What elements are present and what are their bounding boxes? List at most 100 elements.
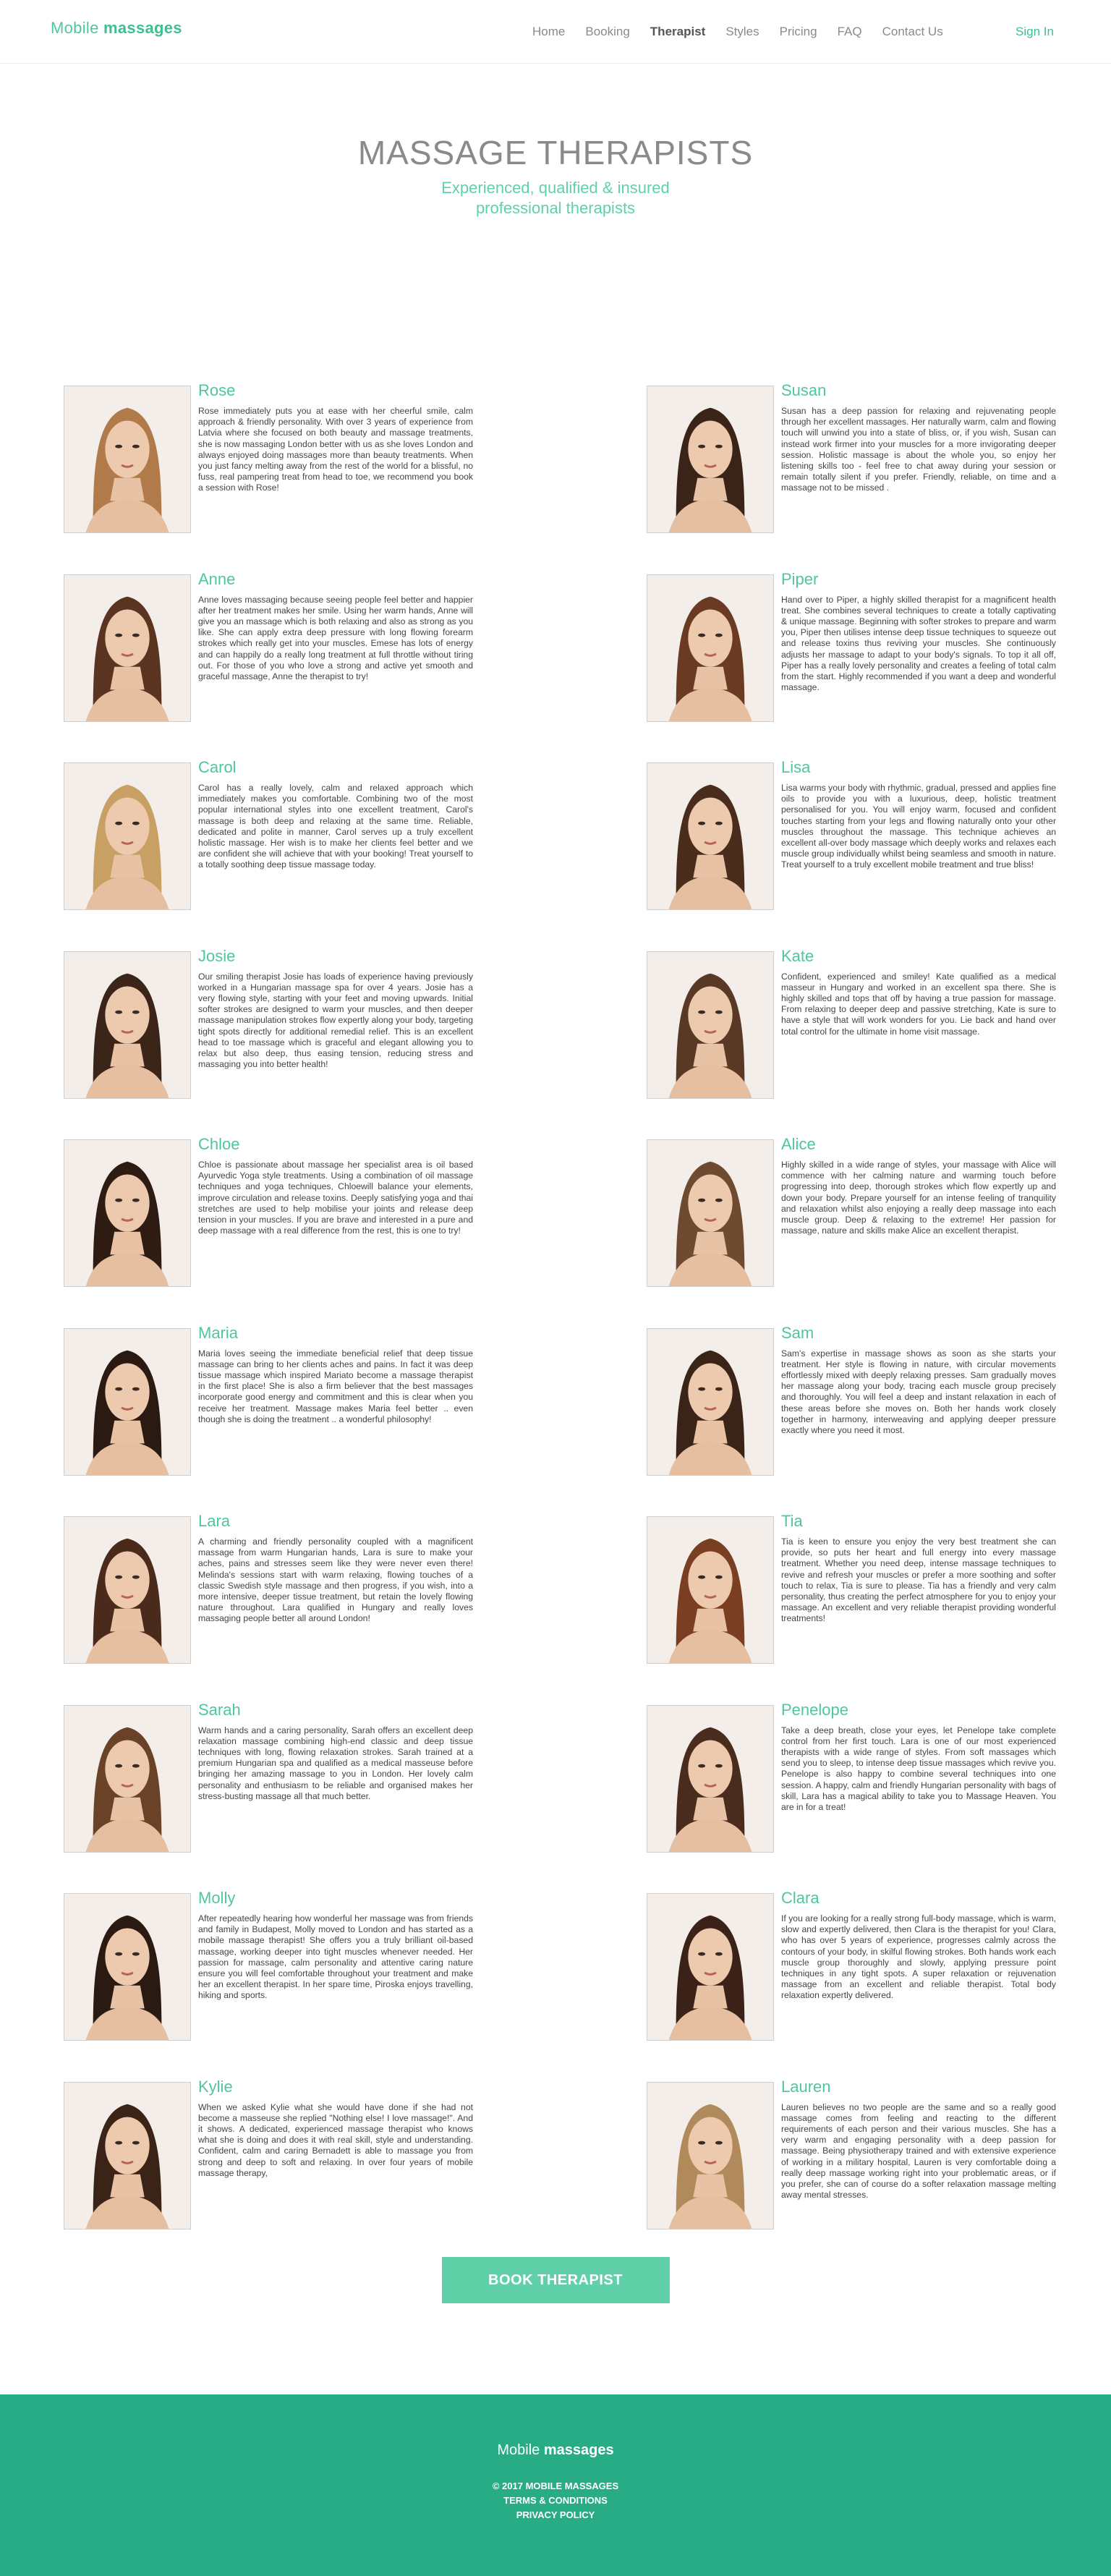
privacy-link[interactable]: PRIVACY POLICY	[0, 2508, 1111, 2522]
therapist-bio: Sam's expertise in massage shows as soon…	[781, 1348, 1056, 1435]
therapist-card: Rose Rose immediately puts you at ease wi…	[64, 381, 476, 535]
therapist-name: Kate	[781, 946, 814, 965]
therapist-card: Alice Highly skilled in a wide range of s…	[647, 1135, 1059, 1288]
therapist-bio: Maria loves seeing the immediate benefic…	[198, 1348, 473, 1424]
therapist-bio: After repeatedly hearing how wonderful h…	[198, 1913, 473, 2001]
therapist-card: Penelope Take a deep breath, close your e…	[647, 1701, 1059, 1854]
therapist-name: Kylie	[198, 2077, 233, 2096]
therapist-photo	[647, 2081, 774, 2229]
therapist-card: Lisa Lisa warms your body with rhythmic, …	[647, 758, 1059, 911]
therapist-card: Sam Sam's expertise in massage shows as s…	[647, 1324, 1059, 1477]
therapist-name: Molly	[198, 1889, 236, 1907]
therapist-photo	[64, 386, 191, 533]
therapist-bio: Rose immediately puts you at ease with h…	[198, 406, 473, 493]
therapist-card: Sarah Warm hands and a caring personality…	[64, 1701, 476, 1854]
therapist-name: Susan	[781, 381, 827, 399]
therapist-bio: Lisa warms your body with rhythmic, grad…	[781, 783, 1056, 870]
therapist-photo	[647, 386, 774, 533]
terms-link[interactable]: TERMS & CONDITIONS	[0, 2494, 1111, 2508]
therapist-bio: Our smiling therapist Josie has loads of…	[198, 971, 473, 1070]
therapist-photo	[647, 574, 774, 722]
therapist-bio: Hand over to Piper, a highly skilled the…	[781, 594, 1056, 693]
therapist-card: Susan Susan has a deep passion for relaxi…	[647, 381, 1059, 535]
therapist-card: Josie Our smiling therapist Josie has loa…	[64, 947, 476, 1100]
nav-faq[interactable]: FAQ	[838, 25, 862, 39]
book-therapist-button[interactable]: BOOK THERAPIST	[441, 2257, 670, 2303]
nav-booking[interactable]: Booking	[585, 25, 629, 39]
therapist-photo	[647, 951, 774, 1099]
therapist-bio: Warm hands and a caring personality, Sar…	[198, 1725, 473, 1801]
therapist-card: Anne Anne loves massaging because seeing …	[64, 570, 476, 723]
therapist-photo	[647, 1139, 774, 1287]
top-nav: Mobile massages Home Booking Therapist S…	[0, 0, 1111, 64]
therapist-photo	[64, 1704, 191, 1853]
therapist-card: Lauren Lauren believes no two people are …	[647, 2078, 1059, 2231]
footer-links: © 2017 MOBILE MASSAGES TERMS & CONDITION…	[0, 2479, 1111, 2522]
therapist-bio: Carol has a really lovely, calm and rela…	[198, 783, 473, 870]
therapist-card: Kylie When we asked Kylie what she would …	[64, 2078, 476, 2231]
therapist-name: Alice	[781, 1135, 816, 1153]
therapist-photo	[64, 1327, 191, 1476]
therapist-name: Maria	[198, 1323, 239, 1342]
therapist-card: Kate Confident, experienced and smiley! K…	[647, 947, 1059, 1100]
cta-section: BOOK THERAPIST	[0, 2257, 1111, 2303]
therapist-photo	[64, 1139, 191, 1287]
therapist-photo	[64, 951, 191, 1099]
therapist-bio: Take a deep breath, close your eyes, let…	[781, 1725, 1056, 1812]
therapist-photo	[647, 1893, 774, 2041]
therapist-photo	[647, 762, 774, 910]
therapist-bio: When we asked Kylie what she would have …	[198, 2101, 473, 2178]
page-subtitle: Experienced, qualified & insured profess…	[441, 179, 670, 217]
footer-logo[interactable]: Mobile massages	[0, 2442, 1111, 2459]
therapist-name: Sam	[781, 1323, 814, 1342]
footer-logo-light: Mobile	[497, 2442, 540, 2458]
therapist-card: Molly After repeatedly hearing how wonder…	[64, 1889, 476, 2042]
site-logo[interactable]: Mobile massages	[51, 19, 182, 38]
therapist-photo	[64, 1893, 191, 2041]
therapist-card: Chloe Chloe is passionate about massage h…	[64, 1135, 476, 1288]
nav-therapist[interactable]: Therapist	[650, 25, 706, 39]
copyright-text: © 2017 MOBILE MASSAGES	[492, 2481, 619, 2491]
therapist-photo	[64, 1516, 191, 1664]
page-header: MASSAGE THERAPISTS Experienced, qualifie…	[0, 64, 1111, 386]
therapist-photo	[64, 762, 191, 910]
therapist-card: Clara If you are looking for a really str…	[647, 1889, 1059, 2042]
therapist-bio: Tia is keen to ensure you enjoy the very…	[781, 1536, 1056, 1624]
nav-styles[interactable]: Styles	[725, 25, 759, 39]
therapist-bio: Anne loves massaging because seeing peop…	[198, 594, 473, 681]
therapist-name: Chloe	[198, 1135, 240, 1153]
page-title: MASSAGE THERAPISTS	[357, 134, 754, 171]
therapist-name: Piper	[781, 569, 819, 588]
therapist-bio: Susan has a deep passion for relaxing an…	[781, 406, 1056, 493]
therapist-name: Tia	[781, 1512, 803, 1530]
therapist-photo	[64, 574, 191, 722]
therapist-photo	[64, 2081, 191, 2229]
logo-light-text: Mobile	[51, 19, 99, 37]
therapist-photo	[647, 1327, 774, 1476]
nav-contact[interactable]: Contact Us	[882, 25, 943, 39]
therapist-name: Sarah	[198, 1700, 241, 1719]
therapist-name: Clara	[781, 1889, 820, 1907]
nav-home[interactable]: Home	[532, 25, 565, 39]
therapist-name: Josie	[198, 946, 236, 965]
therapist-name: Anne	[198, 569, 236, 588]
therapist-bio: A charming and friendly personality coup…	[198, 1536, 473, 1624]
therapist-name: Carol	[198, 758, 237, 776]
therapist-name: Rose	[198, 381, 236, 399]
logo-bold-text: massages	[103, 19, 182, 37]
therapist-card: Tia Tia is keen to ensure you enjoy the v…	[647, 1512, 1059, 1665]
sign-in-link[interactable]: Sign In	[1016, 25, 1054, 39]
therapist-photo	[647, 1516, 774, 1664]
therapist-bio: Chloe is passionate about massage her sp…	[198, 1160, 473, 1236]
main-menu: Home Booking Therapist Styles Pricing FA…	[532, 25, 963, 39]
nav-pricing[interactable]: Pricing	[780, 25, 817, 39]
therapist-name: Lara	[198, 1512, 231, 1530]
therapist-bio: If you are looking for a really strong f…	[781, 1913, 1056, 2001]
therapist-bio: Highly skilled in a wide range of styles…	[781, 1160, 1056, 1236]
therapist-bio: Lauren believes no two people are the sa…	[781, 2101, 1056, 2201]
therapist-name: Lauren	[781, 2077, 831, 2096]
therapist-card: Carol Carol has a really lovely, calm and…	[64, 758, 476, 911]
therapist-photo	[647, 1704, 774, 1853]
footer: Mobile massages © 2017 MOBILE MASSAGES T…	[0, 2394, 1111, 2576]
footer-logo-bold: massages	[543, 2442, 614, 2458]
